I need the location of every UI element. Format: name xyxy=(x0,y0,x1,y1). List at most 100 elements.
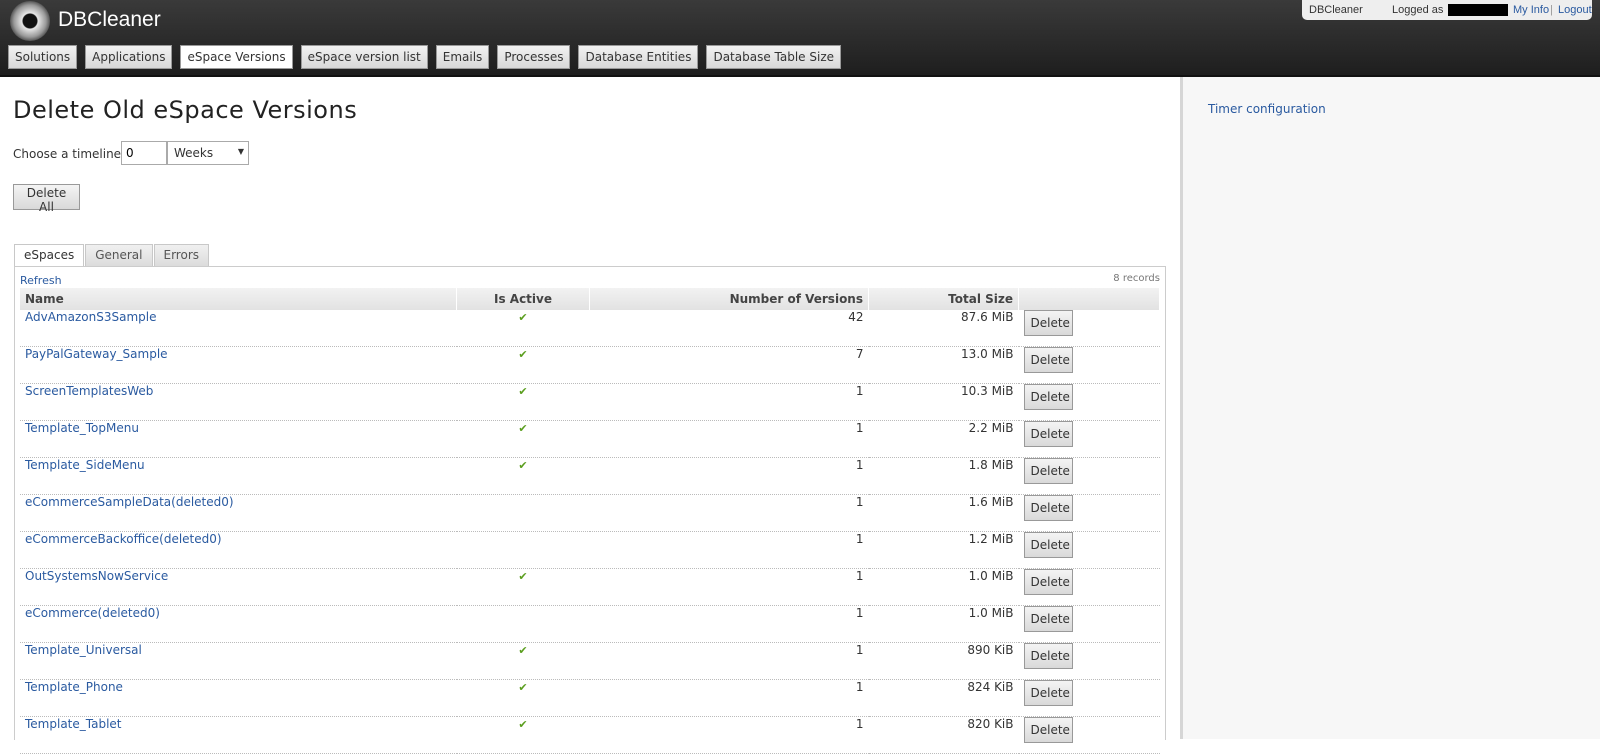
cell-size: 1.8 MiB xyxy=(868,457,1019,495)
dropdown-arrow-icon: ▼ xyxy=(237,147,244,156)
cell-active: ✔ xyxy=(456,457,590,495)
logout-link[interactable]: Logout xyxy=(1558,4,1592,16)
cell-versions: 42 xyxy=(589,310,869,347)
check-icon: ✔ xyxy=(518,422,528,435)
cell-name: Template_TopMenu xyxy=(20,420,457,458)
cell-size: 1.0 MiB xyxy=(868,605,1019,643)
cell-size: 1.2 MiB xyxy=(868,531,1019,569)
delete-row-button[interactable]: Delete xyxy=(1023,347,1073,373)
check-icon: ✔ xyxy=(518,311,528,324)
cell-active: ✔ xyxy=(456,679,590,717)
table-header-row: Name Is Active Number of Versions Total … xyxy=(20,288,1160,310)
column-header-active[interactable]: Is Active xyxy=(456,288,590,310)
tab-errors[interactable]: Errors xyxy=(153,244,210,266)
cell-name: PayPalGateway_Sample xyxy=(20,346,457,384)
espace-link[interactable]: ScreenTemplatesWeb xyxy=(25,384,153,398)
cell-size: 10.3 MiB xyxy=(868,383,1019,421)
app-header: DBCleaner DBCleaner Logged as My Info | … xyxy=(0,0,1600,77)
tab-general[interactable]: General xyxy=(85,244,153,266)
delete-row-button[interactable]: Delete xyxy=(1023,569,1073,595)
delete-row-button[interactable]: Delete xyxy=(1023,310,1073,336)
cell-actions: Delete xyxy=(1018,605,1160,643)
nav-tab-database-entities[interactable]: Database Entities xyxy=(578,45,699,69)
table-row: eCommerceBackoffice(deleted0) 1 1.2 MiB Del… xyxy=(20,531,1160,569)
nav-tab-processes[interactable]: Processes xyxy=(497,45,571,69)
refresh-link[interactable]: Refresh xyxy=(20,274,62,287)
timer-configuration-link[interactable]: Timer configuration xyxy=(1208,102,1326,116)
tab-espaces[interactable]: eSpaces xyxy=(14,244,85,267)
nav-tab-database-table-size[interactable]: Database Table Size xyxy=(706,45,842,69)
cell-active: ✔ xyxy=(456,642,590,680)
delete-row-button[interactable]: Delete xyxy=(1023,606,1073,632)
table-row: ScreenTemplatesWeb ✔ 1 10.3 MiB Delete xyxy=(20,383,1160,421)
cell-size: 2.2 MiB xyxy=(868,420,1019,458)
cell-versions: 1 xyxy=(589,605,869,643)
cell-versions: 1 xyxy=(589,420,869,458)
espace-link[interactable]: eCommerceBackoffice(deleted0) xyxy=(25,532,222,546)
cell-active: ✔ xyxy=(456,346,590,384)
espace-link[interactable]: Template_SideMenu xyxy=(25,458,145,472)
nav-tab-espace-versions[interactable]: eSpace Versions xyxy=(180,45,293,69)
cell-versions: 1 xyxy=(589,716,869,754)
delete-row-button[interactable]: Delete xyxy=(1023,458,1073,484)
nav-tab-espace-version-list[interactable]: eSpace version list xyxy=(300,45,428,69)
column-header-size[interactable]: Total Size xyxy=(868,288,1019,310)
login-info: DBCleaner Logged as My Info | Logout xyxy=(1302,0,1592,20)
delete-row-button[interactable]: Delete xyxy=(1023,532,1073,558)
espace-link[interactable]: Template_TopMenu xyxy=(25,421,139,435)
delete-row-button[interactable]: Delete xyxy=(1023,421,1073,447)
cell-name: OutSystemsNowService xyxy=(20,568,457,606)
delete-row-button[interactable]: Delete xyxy=(1023,717,1073,743)
column-header-versions[interactable]: Number of Versions xyxy=(589,288,869,310)
cell-actions: Delete xyxy=(1018,494,1160,532)
espace-link[interactable]: OutSystemsNowService xyxy=(25,569,168,583)
delete-row-button[interactable]: Delete xyxy=(1023,495,1073,521)
cell-name: Template_Phone xyxy=(20,679,457,717)
table-row: Template_SideMenu ✔ 1 1.8 MiB Delete xyxy=(20,457,1160,495)
delete-row-button[interactable]: Delete xyxy=(1023,384,1073,410)
espaces-panel: Refresh 8 records Name Is Active Number … xyxy=(14,266,1166,754)
table-row: Template_Universal ✔ 1 890 KiB Delete xyxy=(20,642,1160,680)
cell-size: 1.0 MiB xyxy=(868,568,1019,606)
cell-versions: 7 xyxy=(589,346,869,384)
cell-name: Template_SideMenu xyxy=(20,457,457,495)
nav-tab-emails[interactable]: Emails xyxy=(435,45,490,69)
espace-link[interactable]: eCommerceSampleData(deleted0) xyxy=(25,495,234,509)
table-row: Template_Tablet ✔ 1 820 KiB Delete xyxy=(20,716,1160,754)
cell-actions: Delete xyxy=(1018,420,1160,458)
cell-active xyxy=(456,605,590,643)
check-icon: ✔ xyxy=(518,570,528,583)
cell-name: eCommerce(deleted0) xyxy=(20,605,457,643)
espace-link[interactable]: Template_Phone xyxy=(25,680,123,694)
cell-active xyxy=(456,531,590,569)
column-header-name[interactable]: Name xyxy=(20,288,457,310)
check-icon: ✔ xyxy=(518,385,528,398)
timeline-value-input[interactable] xyxy=(121,141,167,165)
column-header-actions xyxy=(1018,288,1160,310)
delete-row-button[interactable]: Delete xyxy=(1023,643,1073,669)
espace-link[interactable]: PayPalGateway_Sample xyxy=(25,347,168,361)
cell-versions: 1 xyxy=(589,383,869,421)
cell-actions: Delete xyxy=(1018,346,1160,384)
espace-link[interactable]: AdvAmazonS3Sample xyxy=(25,310,156,324)
delete-row-button[interactable]: Delete xyxy=(1023,680,1073,706)
check-icon: ✔ xyxy=(518,644,528,657)
nav-tab-applications[interactable]: Applications xyxy=(85,45,173,69)
espace-link[interactable]: Template_Tablet xyxy=(25,717,122,731)
cell-name: eCommerceSampleData(deleted0) xyxy=(20,494,457,532)
cell-size: 890 KiB xyxy=(868,642,1019,680)
check-icon: ✔ xyxy=(518,459,528,472)
timeline-unit-value: Weeks xyxy=(174,146,214,160)
cell-versions: 1 xyxy=(589,568,869,606)
cell-active: ✔ xyxy=(456,420,590,458)
delete-all-button[interactable]: Delete All xyxy=(13,184,80,214)
my-info-link[interactable]: My Info xyxy=(1513,4,1549,16)
table-row: Template_TopMenu ✔ 1 2.2 MiB Delete xyxy=(20,420,1160,458)
espace-link[interactable]: Template_Universal xyxy=(25,643,142,657)
timeline-unit-select[interactable]: Weeks ▼ xyxy=(167,141,249,165)
sidebar: Timer configuration xyxy=(1180,77,1600,739)
cell-active xyxy=(456,494,590,532)
nav-tab-solutions[interactable]: Solutions xyxy=(8,45,78,69)
cell-size: 824 KiB xyxy=(868,679,1019,717)
espace-link[interactable]: eCommerce(deleted0) xyxy=(25,606,160,620)
